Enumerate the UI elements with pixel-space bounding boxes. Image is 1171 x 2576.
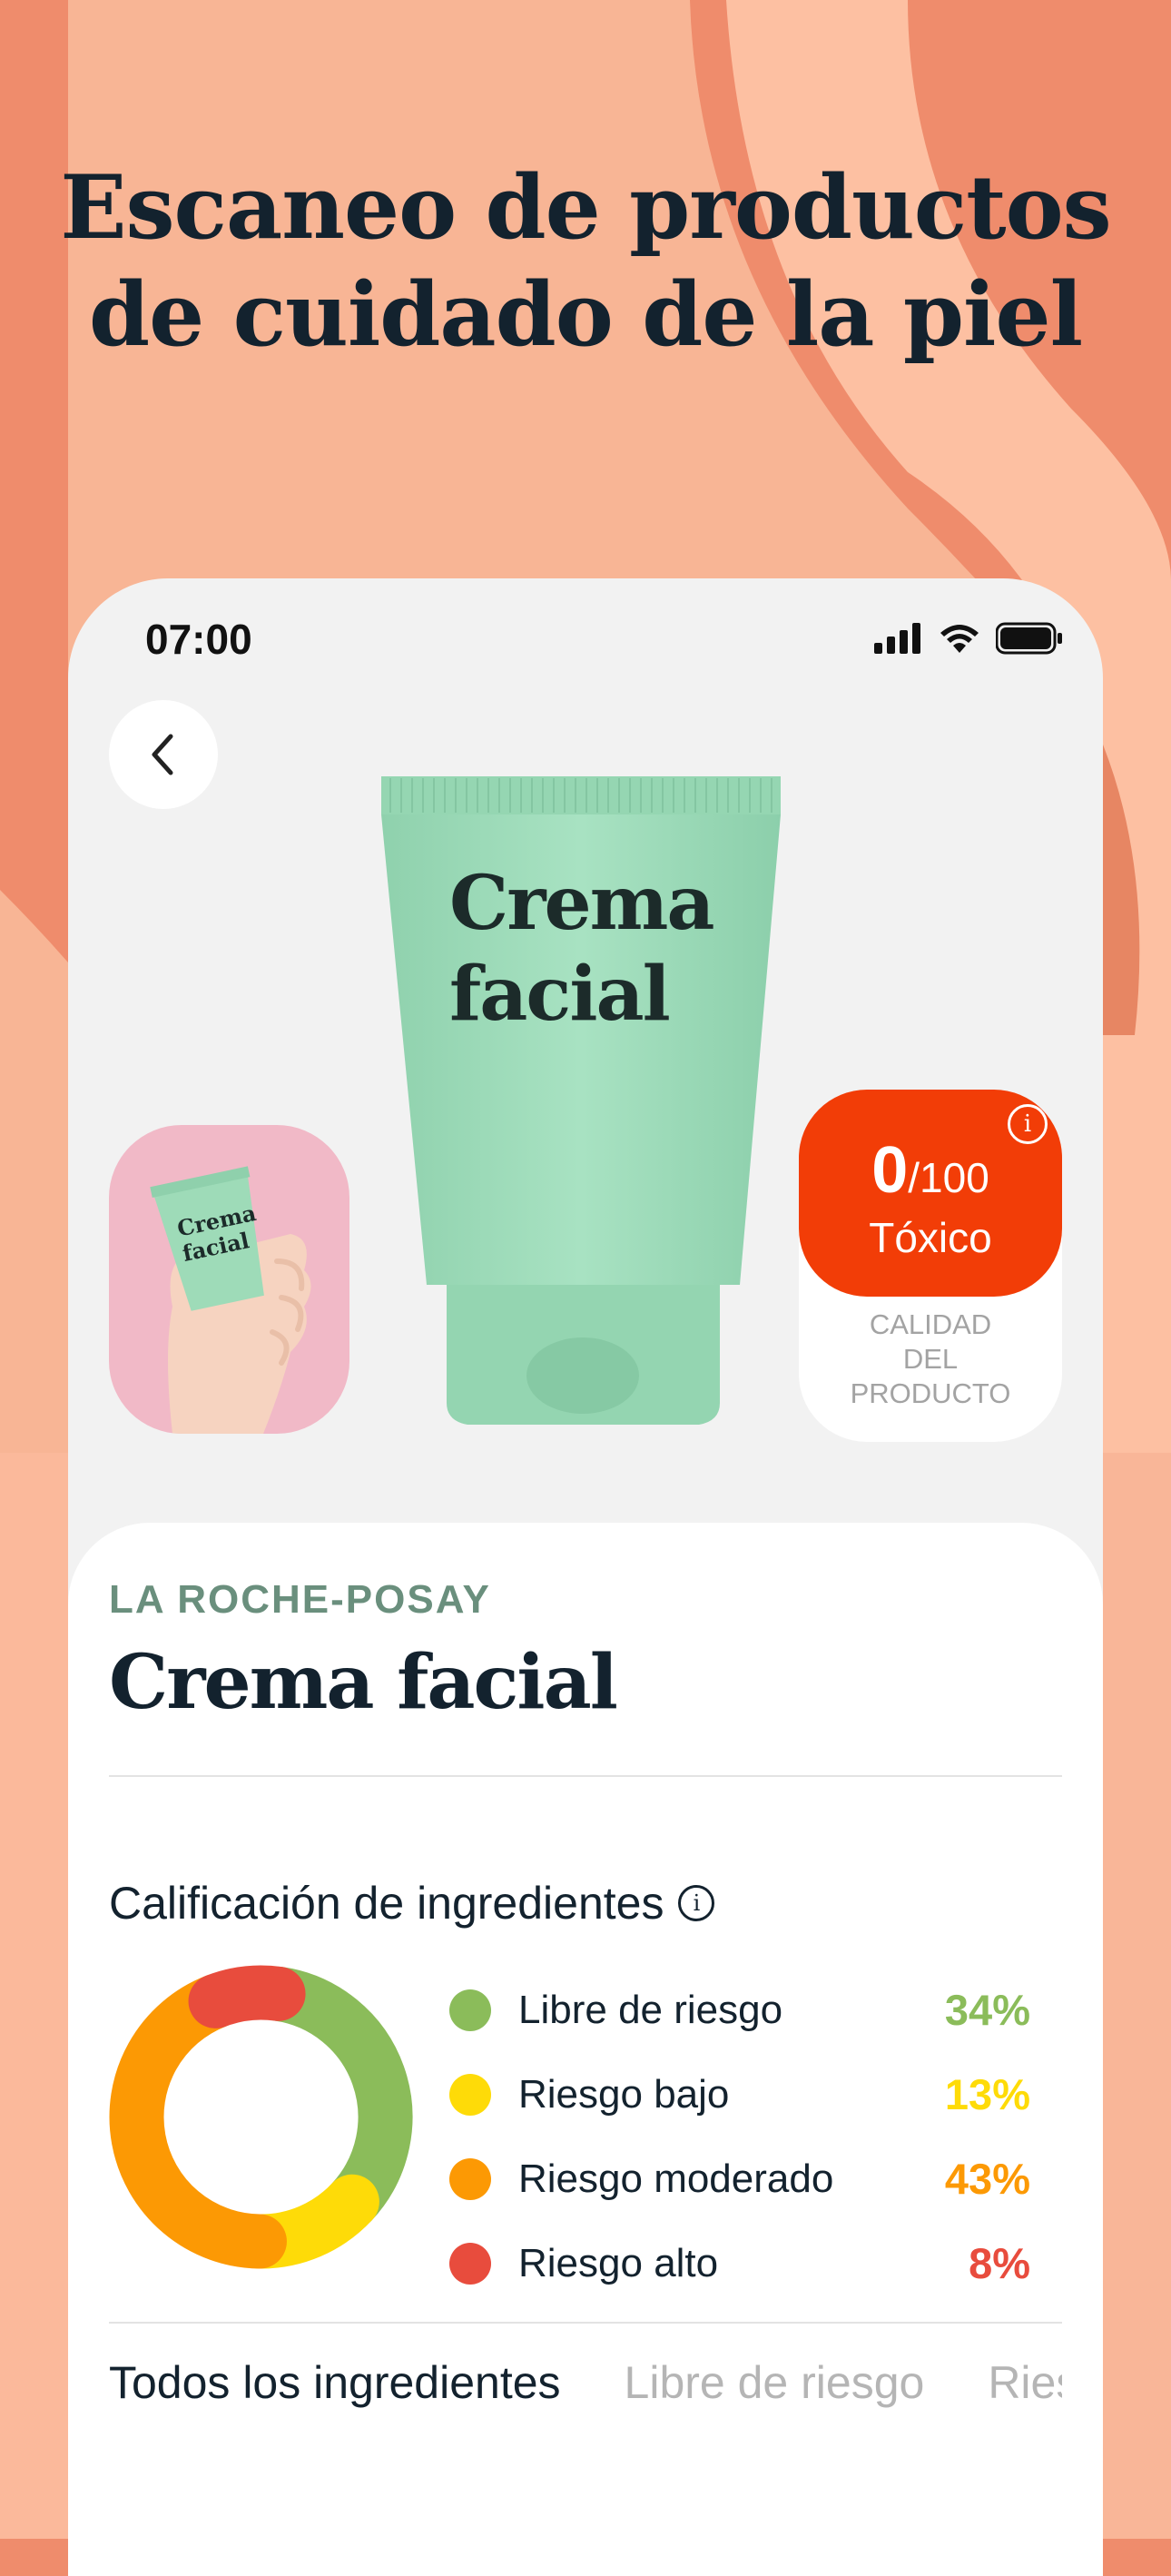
battery-icon	[996, 622, 1062, 655]
wifi-icon	[940, 625, 979, 653]
legend-label: Libre de riesgo	[518, 1987, 783, 2032]
legend-dot	[449, 2242, 491, 2285]
score-value: 0/100	[871, 1134, 989, 1207]
score-card[interactable]: i 0/100 Tóxico CALIDAD DEL PRODUCTO	[799, 1090, 1062, 1442]
donut-segment-3	[188, 1965, 306, 2028]
divider	[109, 2322, 1062, 2324]
legend-label: Riesgo bajo	[518, 2071, 730, 2117]
brand-name: LA ROCHE-POSAY	[109, 1577, 491, 1622]
score-caption: CALIDAD DEL PRODUCTO	[850, 1308, 1011, 1409]
legend-dot	[449, 1989, 491, 2031]
legend-percent: 8%	[969, 2239, 1030, 2287]
legend-label: Riesgo alto	[518, 2240, 719, 2285]
headline: Escaneo de productos de cuidado de la pi…	[0, 154, 1171, 369]
tube-label: Crema facial	[449, 860, 715, 1038]
divider	[109, 1775, 1062, 1777]
product-image: Crema facial	[381, 776, 794, 1448]
tab-0[interactable]: Todos los ingredientes	[109, 2356, 561, 2409]
info-icon[interactable]: i	[678, 1885, 715, 1921]
legend-row: Libre de riesgo 34%	[449, 1968, 1030, 2052]
product-photo-thumbnail[interactable]: Crema facial	[109, 1125, 349, 1434]
headline-line-1: Escaneo de productos	[60, 156, 1111, 259]
legend-row: Riesgo moderado 43%	[449, 2137, 1030, 2221]
legend-label: Riesgo moderado	[518, 2156, 834, 2201]
chevron-left-icon	[152, 734, 173, 775]
donut-segment-0	[251, 1966, 413, 2229]
signal-icon	[874, 623, 920, 654]
ingredients-rating-title: Calificación de ingredientes i	[109, 1877, 715, 1930]
hand-holding-tube-photo: Crema facial	[150, 1166, 311, 1434]
status-time: 07:00	[145, 616, 252, 663]
back-button[interactable]	[109, 700, 218, 809]
legend-percent: 43%	[944, 2155, 1030, 2203]
tab-1[interactable]: Libre de riesgo	[625, 2356, 925, 2409]
legend-percent: 13%	[944, 2070, 1030, 2118]
donut-segment-2	[109, 1973, 287, 2269]
legend-percent: 34%	[944, 1986, 1030, 2034]
headline-line-2: de cuidado de la piel	[88, 263, 1083, 366]
score-status: Tóxico	[869, 1214, 992, 1261]
legend-dot	[449, 2157, 491, 2200]
ingredient-tabs: Todos los ingredientes Libre de riesgo Rie…	[109, 2356, 1062, 2429]
status-icons	[874, 622, 1063, 655]
legend-row: Riesgo alto 8%	[449, 2221, 1030, 2305]
legend-dot	[449, 2073, 491, 2116]
ingredients-legend: Libre de riesgo 34% Riesgo bajo 13% Riesgo m…	[449, 1968, 1030, 2305]
ingredients-donut-chart	[109, 1965, 413, 2269]
legend-row: Riesgo bajo 13%	[449, 2052, 1030, 2137]
tab-2[interactable]: Riesgo bajo	[988, 2356, 1062, 2409]
product-title: Crema facial	[109, 1639, 618, 1726]
score-badge: i 0/100 Tóxico	[799, 1090, 1062, 1297]
product-detail-sheet: LA ROCHE-POSAY Crema facial Calificación…	[68, 1523, 1103, 2576]
phone-screen: 07:00 Crema facial Crema facial i 0/100 …	[68, 578, 1103, 2576]
